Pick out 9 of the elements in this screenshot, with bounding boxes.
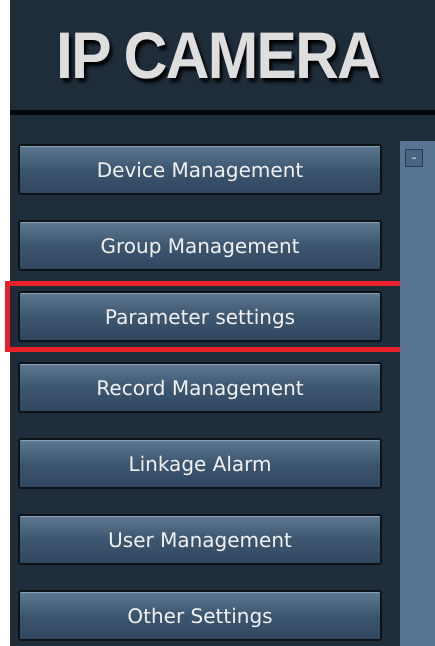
menu-button[interactable]: Linkage Alarm: [18, 438, 382, 489]
menu-button[interactable]: User Management: [18, 514, 382, 565]
menu-button[interactable]: Parameter settings: [18, 291, 382, 342]
menu-button[interactable]: Group Management: [18, 220, 382, 271]
app-title: IP CAMERA: [56, 17, 380, 93]
collapse-button[interactable]: -: [405, 149, 423, 167]
menu-button[interactable]: Other Settings: [18, 590, 382, 641]
menu-button[interactable]: Device Management: [18, 144, 382, 195]
menu-button[interactable]: Record Management: [18, 362, 382, 413]
